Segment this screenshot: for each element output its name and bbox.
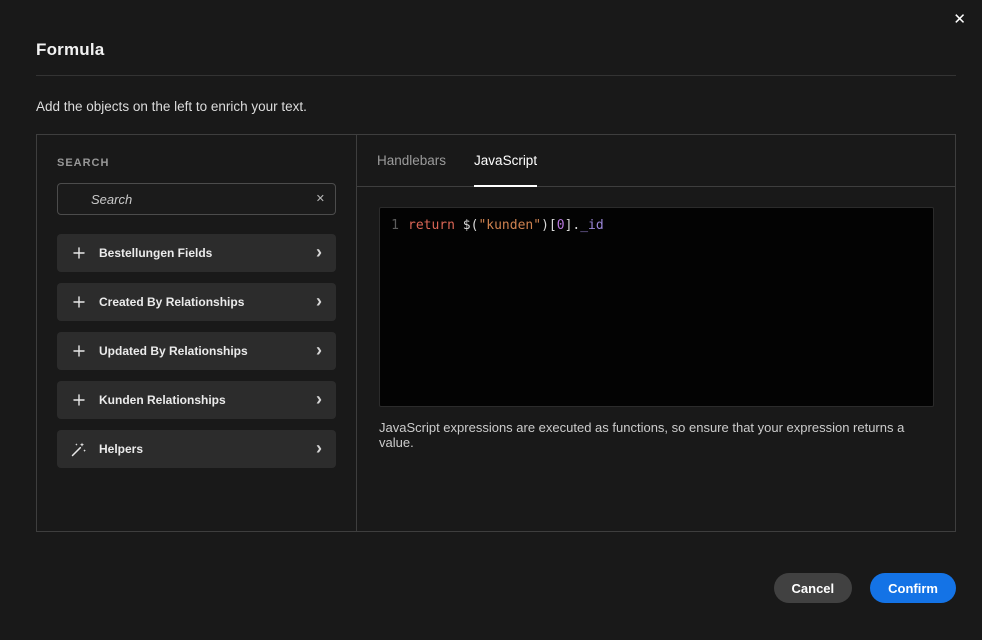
code-token-string: "kunden" xyxy=(478,218,541,233)
search-input[interactable] xyxy=(91,192,309,207)
chevron-right-icon: › xyxy=(316,390,322,411)
tab-handlebars[interactable]: Handlebars xyxy=(377,135,446,186)
code-editor[interactable]: 1 return $("kunden")[0]._id xyxy=(379,207,934,407)
modal-title: Formula xyxy=(36,0,956,60)
editor-hint: JavaScript expressions are executed as f… xyxy=(379,420,934,450)
code-token-plain: )[ xyxy=(541,218,557,233)
cancel-button[interactable]: Cancel xyxy=(774,573,853,603)
tab-javascript[interactable]: JavaScript xyxy=(474,135,537,186)
objects-sidebar: SEARCH ✕ xyxy=(37,135,357,531)
confirm-button[interactable]: Confirm xyxy=(870,573,956,603)
code-token-keyword: return xyxy=(408,218,455,233)
wand-icon xyxy=(71,441,87,457)
object-list-item[interactable]: Helpers › xyxy=(57,430,336,468)
binding-panel: SEARCH ✕ xyxy=(36,134,956,532)
object-list-item-label: Helpers xyxy=(99,442,304,456)
clear-search-icon[interactable]: ✕ xyxy=(316,194,325,205)
chevron-right-icon: › xyxy=(316,341,322,362)
plus-icon xyxy=(71,392,87,408)
object-list-item[interactable]: Updated By Relationships › xyxy=(57,332,336,370)
object-list-item-label: Bestellungen Fields xyxy=(99,246,304,260)
chevron-right-icon: › xyxy=(316,243,322,264)
code-row: 1 return $("kunden")[0]._id xyxy=(380,217,933,235)
code-token-property: _id xyxy=(580,218,603,233)
code-token-number: 0 xyxy=(557,218,565,233)
editor-pane: Handlebars JavaScript 1 return $("kunden"… xyxy=(357,135,955,531)
plus-icon xyxy=(71,245,87,261)
chevron-right-icon: › xyxy=(316,292,322,313)
plus-icon xyxy=(71,343,87,359)
object-list-item[interactable]: Kunden Relationships › xyxy=(57,381,336,419)
modal-subtitle: Add the objects on the left to enrich yo… xyxy=(36,99,956,114)
object-list-item-label: Updated By Relationships xyxy=(99,344,304,358)
search-box: ✕ xyxy=(57,183,336,215)
object-list-item[interactable]: Created By Relationships › xyxy=(57,283,336,321)
close-icon[interactable]: ✕ xyxy=(953,12,966,27)
formula-modal: ✕ Formula Add the objects on the left to… xyxy=(0,0,982,640)
chevron-right-icon: › xyxy=(316,439,322,460)
code-token-plain: ]. xyxy=(565,218,581,233)
code-token-plain: $( xyxy=(455,218,478,233)
object-list: Bestellungen Fields › Created By Relatio… xyxy=(57,234,336,468)
line-number: 1 xyxy=(380,217,408,235)
search-icon xyxy=(68,191,84,207)
code-line: return $("kunden")[0]._id xyxy=(408,217,604,235)
title-divider xyxy=(36,75,956,76)
search-label: SEARCH xyxy=(57,157,336,169)
object-list-item-label: Kunden Relationships xyxy=(99,393,304,407)
editor-tabs: Handlebars JavaScript xyxy=(357,135,955,187)
plus-icon xyxy=(71,294,87,310)
footer-actions: Cancel Confirm xyxy=(774,573,956,603)
object-list-item-label: Created By Relationships xyxy=(99,295,304,309)
object-list-item[interactable]: Bestellungen Fields › xyxy=(57,234,336,272)
